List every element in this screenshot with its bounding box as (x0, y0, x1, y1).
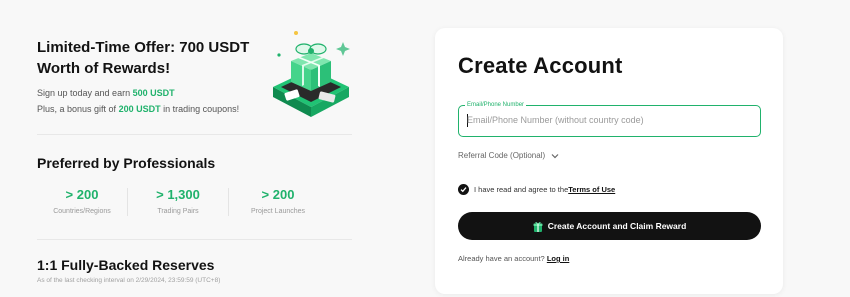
stat-label: Trading Pairs (157, 208, 199, 215)
stat-label: Project Launches (250, 208, 306, 215)
terms-agreement: I have read and agree to the Terms of Us… (458, 184, 615, 195)
gift-icon (533, 221, 543, 232)
offer-line2-suffix: in trading coupons! (160, 104, 240, 114)
stat-label: Countries/Regions (53, 208, 111, 215)
field-label: Email/Phone Number (465, 100, 527, 110)
stat-trading-pairs: > 1,300 Trading Pairs (128, 186, 228, 218)
terms-checkbox[interactable] (458, 184, 469, 195)
stat-value: > 1,300 (156, 187, 200, 202)
stat-project-launches: > 200 Project Launches (229, 186, 327, 218)
signup-card: Create Account Email/Phone Number Referr… (435, 28, 783, 294)
stat-countries: > 200 Countries/Regions (37, 186, 127, 218)
promo-panel: Limited-Time Offer: 700 USDT Worth of Re… (37, 0, 367, 297)
stat-value: > 200 (65, 187, 99, 202)
gift-box-icon (273, 31, 350, 117)
section-divider (37, 239, 352, 240)
professionals-title: Preferred by Professionals (37, 155, 216, 171)
offer-amount-highlight: 500 USDT (132, 88, 175, 98)
section-divider (37, 134, 352, 135)
terms-of-use-link[interactable]: Terms of Use (568, 185, 615, 194)
email-phone-input[interactable] (467, 115, 752, 125)
reserves-timestamp: As of the last checking interval on 2/29… (37, 277, 221, 284)
chevron-down-icon (551, 153, 559, 158)
create-account-label: Create Account and Claim Reward (547, 221, 687, 231)
check-icon (460, 187, 467, 193)
bonus-amount-highlight: 200 USDT (118, 104, 161, 114)
login-link[interactable]: Log in (547, 254, 570, 263)
create-account-button[interactable]: Create Account and Claim Reward (458, 212, 761, 240)
login-prompt-text: Already have an account? (458, 254, 547, 263)
login-prompt: Already have an account? Log in (458, 254, 569, 263)
offer-description: Sign up today and earn 500 USDT Plus, a … (37, 85, 287, 117)
stats-row: > 200 Countries/Regions > 1,300 Trading … (37, 186, 327, 218)
email-phone-field[interactable]: Email/Phone Number (458, 100, 761, 137)
stat-value: > 200 (261, 187, 295, 202)
offer-line2-text: Plus, a bonus gift of (37, 104, 119, 114)
card-title: Create Account (458, 53, 623, 78)
referral-label: Referral Code (Optional) (458, 151, 546, 160)
referral-code-toggle[interactable]: Referral Code (Optional) (458, 151, 559, 160)
agree-text: I have read and agree to the (474, 185, 569, 194)
offer-title: Limited-Time Offer: 700 USDT Worth of Re… (37, 39, 250, 77)
offer-line1-text: Sign up today and earn (37, 88, 133, 98)
reserves-title: 1:1 Fully-Backed Reserves (37, 257, 215, 273)
